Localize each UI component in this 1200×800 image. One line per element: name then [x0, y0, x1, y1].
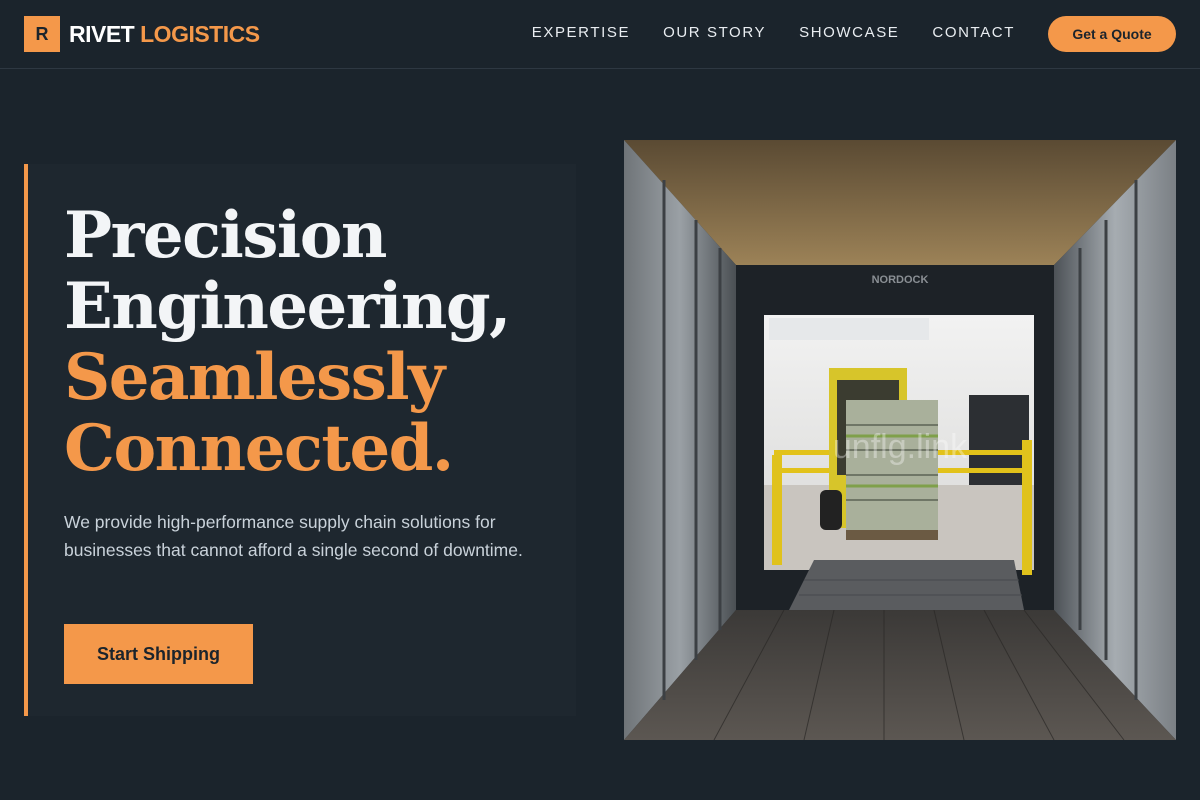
- headline-line-2: Engineering,: [64, 269, 511, 344]
- image-watermark: unflg.link: [833, 428, 968, 466]
- main-nav: EXPERTISE OUR STORY SHOWCASE CONTACT: [499, 24, 1015, 42]
- hero-image-truck-loading-dock: NORDOCK unflg.link: [624, 140, 1176, 740]
- start-shipping-button[interactable]: Start Shipping: [64, 624, 253, 684]
- brand-logo[interactable]: R RIVET LOGISTICS: [24, 16, 260, 52]
- logo-mark: R: [24, 16, 60, 52]
- nav-link-our-story[interactable]: OUR STORY: [663, 24, 766, 42]
- get-a-quote-button[interactable]: Get a Quote: [1048, 16, 1176, 52]
- headline-line-3: Seamlessly: [64, 340, 445, 415]
- nav-link-contact[interactable]: CONTACT: [932, 24, 1015, 42]
- headline-line-4: Connected.: [64, 411, 454, 486]
- hero-text-panel: Precision Engineering, Seamlessly Connec…: [24, 164, 576, 716]
- brand-word-rivet: RIVET: [69, 21, 135, 47]
- dock-sign: NORDOCK: [872, 274, 929, 286]
- nav-link-expertise[interactable]: EXPERTISE: [532, 24, 630, 42]
- site-header: R RIVET LOGISTICS EXPERTISE OUR STORY SH…: [0, 0, 1200, 69]
- nav-link-showcase[interactable]: SHOWCASE: [799, 24, 899, 42]
- hero-headline: Precision Engineering, Seamlessly Connec…: [64, 198, 511, 486]
- brand-name: RIVET LOGISTICS: [69, 16, 260, 52]
- hero-subtext: We provide high-performance supply chain…: [64, 512, 523, 560]
- brand-word-logistics: LOGISTICS: [140, 21, 260, 47]
- headline-line-1: Precision: [64, 198, 387, 273]
